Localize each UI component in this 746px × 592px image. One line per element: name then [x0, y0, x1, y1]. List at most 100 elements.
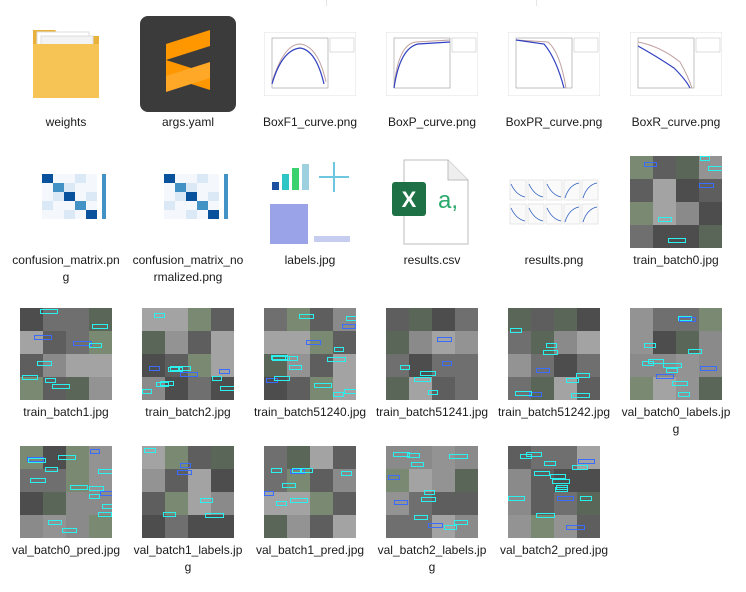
- mosaic-tile: [531, 492, 554, 515]
- file-name-label: val_batch0_labels.jpg: [621, 405, 731, 436]
- file-item[interactable]: confusion_matrix.png: [7, 138, 125, 284]
- detection-box: [52, 384, 70, 389]
- file-item[interactable]: args.yaml: [129, 0, 247, 142]
- detection-box: [89, 486, 104, 491]
- image-mosaic-thumbnail: [20, 446, 112, 538]
- detection-box: [40, 309, 58, 314]
- mosaic-tile: [531, 515, 554, 538]
- mosaic-tile: [89, 377, 112, 400]
- confusion-matrix-thumbnail: [20, 170, 112, 234]
- mosaic-tile: [432, 469, 455, 492]
- file-thumbnail: [129, 444, 247, 540]
- mosaic-tile: [409, 492, 432, 515]
- file-item[interactable]: BoxPR_curve.png: [495, 0, 613, 142]
- curve-plot-thumbnail: [630, 32, 722, 96]
- mosaic-tile: [43, 515, 66, 538]
- detection-box: [58, 455, 76, 460]
- mosaic-tile: [165, 331, 188, 354]
- detection-box: [333, 392, 344, 397]
- file-item[interactable]: train_batch0.jpg: [617, 138, 735, 280]
- file-item[interactable]: val_batch0_pred.jpg: [7, 428, 125, 570]
- file-item[interactable]: BoxP_curve.png: [373, 0, 491, 142]
- file-item[interactable]: train_batch51240.jpg: [251, 290, 369, 432]
- mosaic-tile: [211, 308, 234, 331]
- detection-box: [420, 371, 436, 376]
- file-thumbnail: [7, 16, 125, 112]
- file-name-label: val_batch1_labels.jpg: [133, 543, 243, 574]
- file-name-label: BoxP_curve.png: [387, 115, 477, 129]
- file-name-label: weights: [45, 115, 87, 129]
- detection-box: [708, 166, 722, 171]
- mosaic-tile: [188, 446, 211, 469]
- mosaic-tile: [653, 179, 676, 202]
- detection-box: [571, 393, 590, 398]
- mosaic-tile: [20, 515, 43, 538]
- detection-box: [276, 501, 287, 506]
- results-plot-thumbnail: [508, 177, 600, 227]
- file-grid: weights args.yaml BoxF1_curve.png BoxP_curv…: [0, 0, 746, 592]
- detection-box: [700, 156, 710, 161]
- file-item[interactable]: weights: [7, 0, 125, 142]
- detection-box: [444, 525, 457, 530]
- file-item[interactable]: val_batch1_pred.jpg: [251, 428, 369, 570]
- file-item[interactable]: results.png: [495, 138, 613, 280]
- file-item[interactable]: train_batch1.jpg: [7, 290, 125, 432]
- file-thumbnail: [129, 306, 247, 402]
- file-name-label: BoxPR_curve.png: [505, 115, 603, 129]
- file-item[interactable]: Xa, results.csv: [373, 138, 491, 280]
- file-item[interactable]: BoxF1_curve.png: [251, 0, 369, 142]
- mosaic-tile: [409, 331, 432, 354]
- detection-box: [34, 335, 52, 340]
- file-item[interactable]: train_batch51241.jpg: [373, 290, 491, 432]
- sublime-text-icon: [140, 16, 236, 112]
- file-name-label: BoxF1_curve.png: [262, 115, 358, 129]
- mosaic-tile: [508, 469, 531, 492]
- file-item[interactable]: val_batch1_labels.jpg: [129, 428, 247, 574]
- mosaic-tile: [287, 515, 310, 538]
- file-item[interactable]: train_batch2.jpg: [129, 290, 247, 432]
- file-item[interactable]: val_batch2_pred.jpg: [495, 428, 613, 570]
- detection-box: [442, 361, 452, 366]
- detection-box: [526, 452, 542, 457]
- mosaic-tile: [287, 377, 310, 400]
- mosaic-tile: [43, 469, 66, 492]
- detection-box: [28, 458, 46, 463]
- file-item[interactable]: val_batch0_labels.jpg: [617, 290, 735, 436]
- file-item[interactable]: labels.jpg: [251, 138, 369, 280]
- mosaic-tile: [630, 308, 653, 331]
- file-item[interactable]: BoxR_curve.png: [617, 0, 735, 142]
- file-item[interactable]: val_batch2_labels.jpg: [373, 428, 491, 574]
- detection-box: [400, 365, 410, 370]
- file-thumbnail: [373, 16, 491, 112]
- detection-box: [89, 343, 102, 348]
- file-name-label: val_batch1_pred.jpg: [255, 543, 365, 557]
- detection-box: [342, 324, 356, 329]
- detection-box: [314, 383, 332, 388]
- detection-box: [534, 471, 550, 476]
- detection-box: [515, 391, 532, 396]
- detection-box: [437, 337, 452, 342]
- mosaic-tile: [699, 377, 722, 400]
- detection-box: [544, 461, 556, 466]
- detection-box: [300, 468, 313, 473]
- file-thumbnail: [7, 306, 125, 402]
- mosaic-tile: [455, 354, 478, 377]
- detection-box: [557, 496, 574, 501]
- detection-box: [414, 377, 431, 382]
- detection-box: [274, 376, 290, 381]
- mosaic-tile: [676, 156, 699, 179]
- detection-box: [572, 465, 588, 470]
- mosaic-tile: [310, 377, 333, 400]
- image-mosaic-thumbnail: [20, 308, 112, 400]
- file-item[interactable]: confusion_matrix_normalized.png: [129, 138, 247, 284]
- mosaic-tile: [653, 331, 676, 354]
- mosaic-tile: [676, 179, 699, 202]
- detection-box: [688, 349, 702, 354]
- mosaic-tile: [310, 515, 333, 538]
- file-item[interactable]: train_batch51242.jpg: [495, 290, 613, 432]
- detection-box: [346, 316, 356, 321]
- mosaic-tile: [310, 308, 333, 331]
- mosaic-tile: [142, 331, 165, 354]
- mosaic-tile: [699, 331, 722, 354]
- detection-box: [98, 512, 112, 517]
